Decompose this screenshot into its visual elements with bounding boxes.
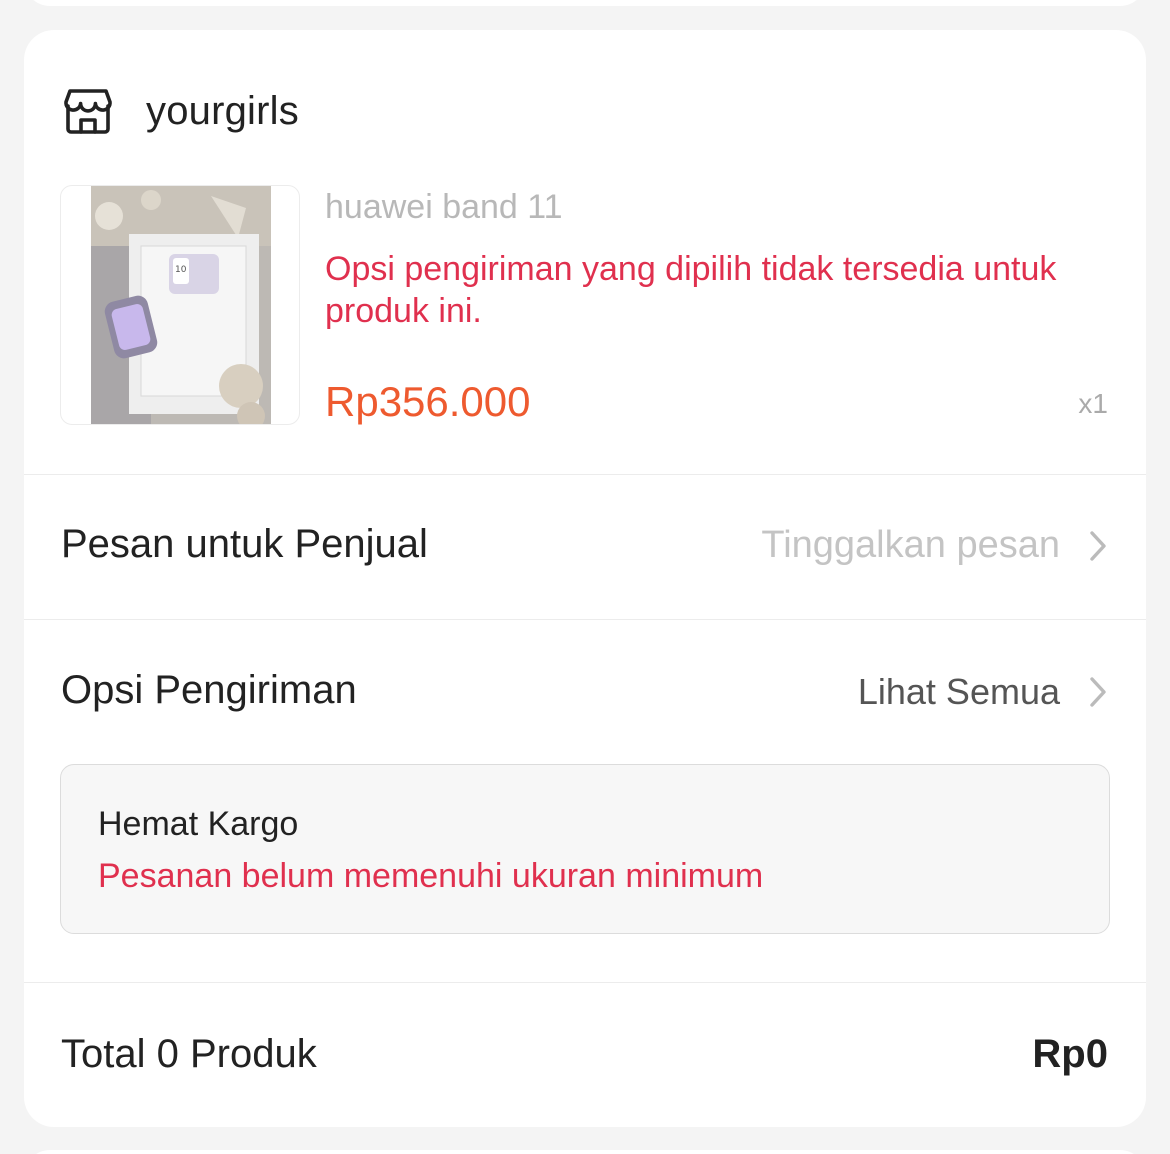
shop-order-card: yourgirls 10 huawei band 11 Opsi pengiri… (24, 30, 1146, 1127)
chevron-right-icon (1090, 530, 1106, 561)
see-all-link[interactable]: Lihat Semua (858, 671, 1060, 713)
shipping-option-warning: Pesanan belum memenuhi ukuran minimum (98, 857, 764, 895)
store-icon (64, 89, 112, 134)
chevron-right-icon (1090, 677, 1106, 707)
shipping-option-title: Hemat Kargo (98, 805, 299, 843)
message-placeholder[interactable]: Tinggalkan pesan (761, 524, 1060, 567)
divider (24, 619, 1146, 620)
shop-header[interactable]: yourgirls (62, 86, 299, 136)
shop-name: yourgirls (146, 88, 299, 133)
total-products-label: Total 0 Produk (61, 1032, 317, 1076)
product-photo: 10 (91, 186, 271, 424)
product-price: Rp356.000 (325, 378, 531, 425)
total-price: Rp0 (1032, 1032, 1108, 1076)
divider (24, 982, 1146, 983)
shipping-option-card[interactable]: Hemat Kargo Pesanan belum memenuhi ukura… (60, 764, 1110, 934)
previous-card-edge (24, 0, 1146, 6)
message-row-label: Pesan untuk Penjual (61, 522, 428, 566)
product-name[interactable]: huawei band 11 (325, 188, 563, 227)
svg-text:10: 10 (175, 265, 187, 275)
product-image[interactable]: 10 (60, 185, 300, 425)
shipping-row-label: Opsi Pengiriman (61, 668, 357, 712)
divider (24, 474, 1146, 475)
next-card-edge (24, 1150, 1146, 1154)
product-shipping-error: Opsi pengiriman yang dipilih tidak terse… (325, 250, 1057, 330)
product-quantity: x1 (1078, 388, 1108, 419)
